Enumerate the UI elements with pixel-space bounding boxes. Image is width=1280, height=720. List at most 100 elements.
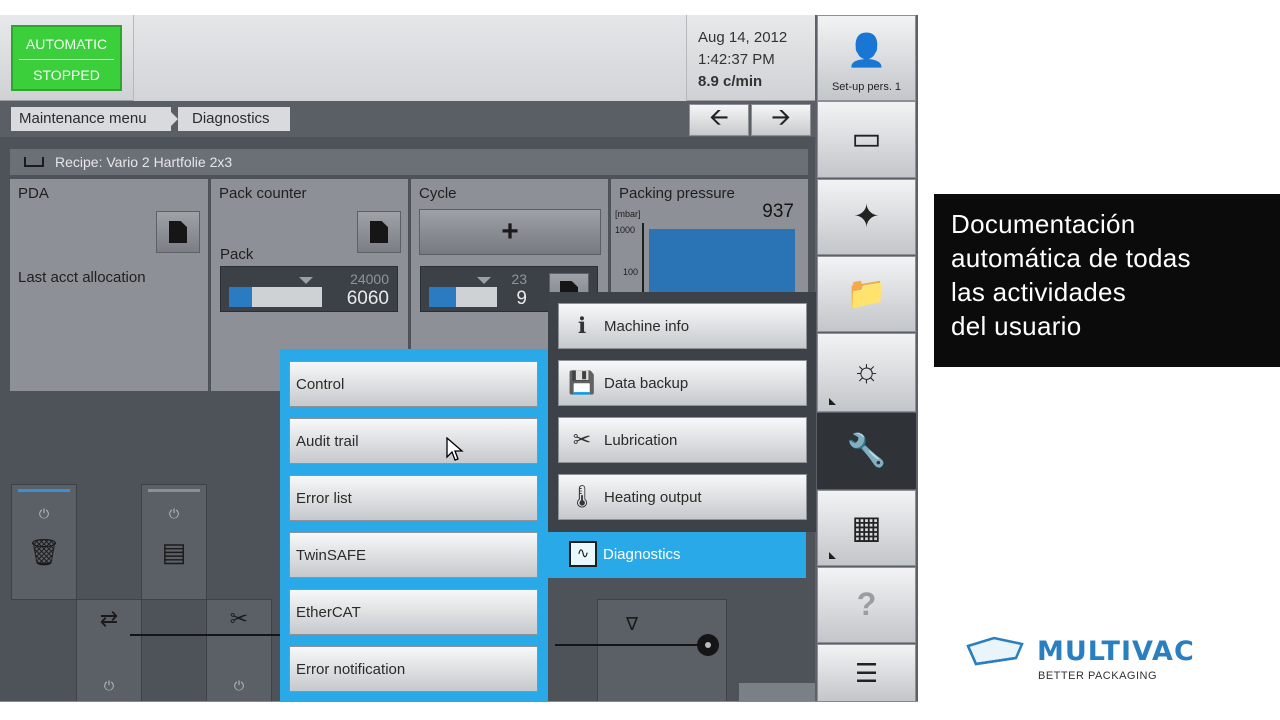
film-roll-icon [697,634,719,656]
station-status-lamp [148,489,200,492]
dropdown-arrow-icon [477,277,491,284]
setup-person-button[interactable]: 👤 Set-up pers. 1 [817,15,916,101]
list-icon: ☰ [854,658,879,688]
pda-edit-button[interactable] [156,211,200,253]
diagnostics-icon: ∿ [569,541,597,567]
current-date: Aug 14, 2012 [698,29,788,46]
conveyor-icon: ⇄ [99,606,119,631]
top-bar: AUTOMATIC STOPPED Aug 14, 2012 1:42:37 P… [0,15,815,101]
recipe-label: Recipe: Vario 2 Hartfolie 2x3 [55,154,233,170]
back-button[interactable]: 🡨 [689,104,749,136]
wrench-icon: 🔧 [846,432,887,468]
pack-counter-progress-fill [229,287,253,307]
pda-title: PDA [18,185,49,202]
sidebar-item-maintenance[interactable]: 🔧 [817,413,916,489]
packing-pressure-title: Packing pressure [619,185,735,202]
station-cutting[interactable]: ✂ ⏻ [206,599,272,701]
cycle-add-button[interactable]: + [419,209,601,255]
machine-info-label: Machine info [604,318,690,335]
gauge-icon: ☼ [851,352,882,388]
sidebar-item-settings[interactable]: ☼ [817,333,916,412]
submenu-indicator [829,398,836,405]
menu-item-audit-trail[interactable]: Audit trail [289,418,538,464]
sidebar-item-files[interactable]: 📁 [817,256,916,332]
help-icon: ? [856,586,877,622]
sealing-icon: ∇ [625,614,639,634]
menu-item-ethercat[interactable]: EtherCAT [289,589,538,635]
menu-item-control[interactable]: Control [289,361,538,407]
forward-button[interactable]: 🡪 [751,104,811,136]
packing-pressure-unit: [mbar] [615,209,641,219]
station-infeed[interactable]: ⇄ ⏻ [76,599,142,701]
document-icon [169,221,187,243]
menu-item-diagnostics[interactable]: ∿ Diagnostics [548,532,806,578]
oil-can-icon: ✂ [572,427,592,452]
diagnostics-submenu: ℹ Machine info 💾 Data backup ✂ Lubricati… [548,292,816,532]
pack-counter-edit-button[interactable] [357,211,401,253]
multivac-logo-icon [966,636,1024,666]
pack-counter-title: Pack counter [219,185,307,202]
cycle-counter-progress-fill [429,287,456,307]
navigation-row: Maintenance menu Diagnostics 🡨 🡪 [0,101,815,137]
power-icon: ⏻ [168,506,180,521]
caption-overlay: Documentación automática de todas las ac… [934,194,1280,367]
data-backup-label: Data backup [604,375,689,392]
menu-item-error-list[interactable]: Error list [289,475,538,521]
status-panel [739,683,815,701]
lubrication-label: Lubrication [604,432,678,449]
status-mode: AUTOMATIC [25,36,108,52]
menu-item-heating-output[interactable]: 🌡 Heating output [558,474,807,520]
power-icon: ⏻ [103,678,115,693]
brand-name: MULTIVAC [1037,636,1195,667]
menu-item-error-notification[interactable]: Error notification [289,646,538,692]
conveyor-belt [555,644,700,646]
pda-last-acct-allocation: Last acct allocation [18,269,146,286]
pda-tile: PDA Last acct allocation [10,179,208,391]
message-area [133,15,687,101]
station-unload[interactable]: ⏻ 🗑 [11,484,77,600]
magic-wand-icon: ✦ [853,198,880,234]
station-status-lamp [18,489,70,492]
setup-person-label: Set-up pers. 1 [831,81,902,93]
arrow-left-icon: 🡨 [709,103,729,131]
sidebar-item-help[interactable]: ? [817,567,916,643]
caption-line: automática de todas [951,243,1191,273]
cycle-title: Cycle [419,185,457,202]
machine-status-indicator: AUTOMATIC STOPPED [11,25,122,91]
sidebar-item-packaging[interactable]: ▭ [817,101,916,178]
bar-chart-icon: ▦ [851,509,882,545]
cycle-counter-target: 23 [511,271,527,287]
caption-line: del usuario [951,311,1082,341]
breadcrumb-diagnostics[interactable]: Diagnostics [178,107,290,131]
menu-item-machine-info[interactable]: ℹ Machine info [558,303,807,349]
pressure-tick-1000: 1000 [615,225,636,235]
menu-item-twinsafe[interactable]: TwinSAFE [289,532,538,578]
breadcrumb-maintenance-menu[interactable]: Maintenance menu [11,107,171,131]
datetime-panel: Aug 14, 2012 1:42:37 PM 8.9 c/min [698,27,787,93]
cycle-rate: 8.9 c/min [698,73,763,90]
sidebar-item-wizard[interactable]: ✦ [817,179,916,255]
sidebar-item-statistics[interactable]: ▦ [817,490,916,566]
pack-label: Pack [220,246,254,263]
station-printer[interactable]: ⏻ ▤ [141,484,207,600]
dropdown-arrow-icon [299,277,313,284]
status-state: STOPPED [33,67,100,83]
machine-info-icon: ℹ [577,313,587,338]
power-icon: ⏻ [38,506,50,521]
document-icon [370,221,388,243]
data-backup-icon: 💾 [568,370,596,395]
power-icon: ⏻ [233,678,245,693]
folder-icon: 📁 [846,275,887,311]
pack-counter-display: 24000 6060 [220,266,398,312]
menu-item-data-backup[interactable]: 💾 Data backup [558,360,807,406]
heating-icon: 🌡 [568,484,596,509]
user-globe-icon: 👤 [846,32,887,68]
caption-line: Documentación [951,209,1136,239]
pack-counter-value: 6060 [346,288,389,309]
maintenance-submenu: Control Audit trail Error list TwinSAFE … [280,349,548,702]
sidebar-item-list[interactable]: ☰ [817,644,916,701]
diagnostics-label: Diagnostics [603,546,681,563]
arrow-right-icon: 🡪 [771,103,791,131]
submenu-indicator [829,552,836,559]
menu-item-lubrication[interactable]: ✂ Lubrication [558,417,807,463]
